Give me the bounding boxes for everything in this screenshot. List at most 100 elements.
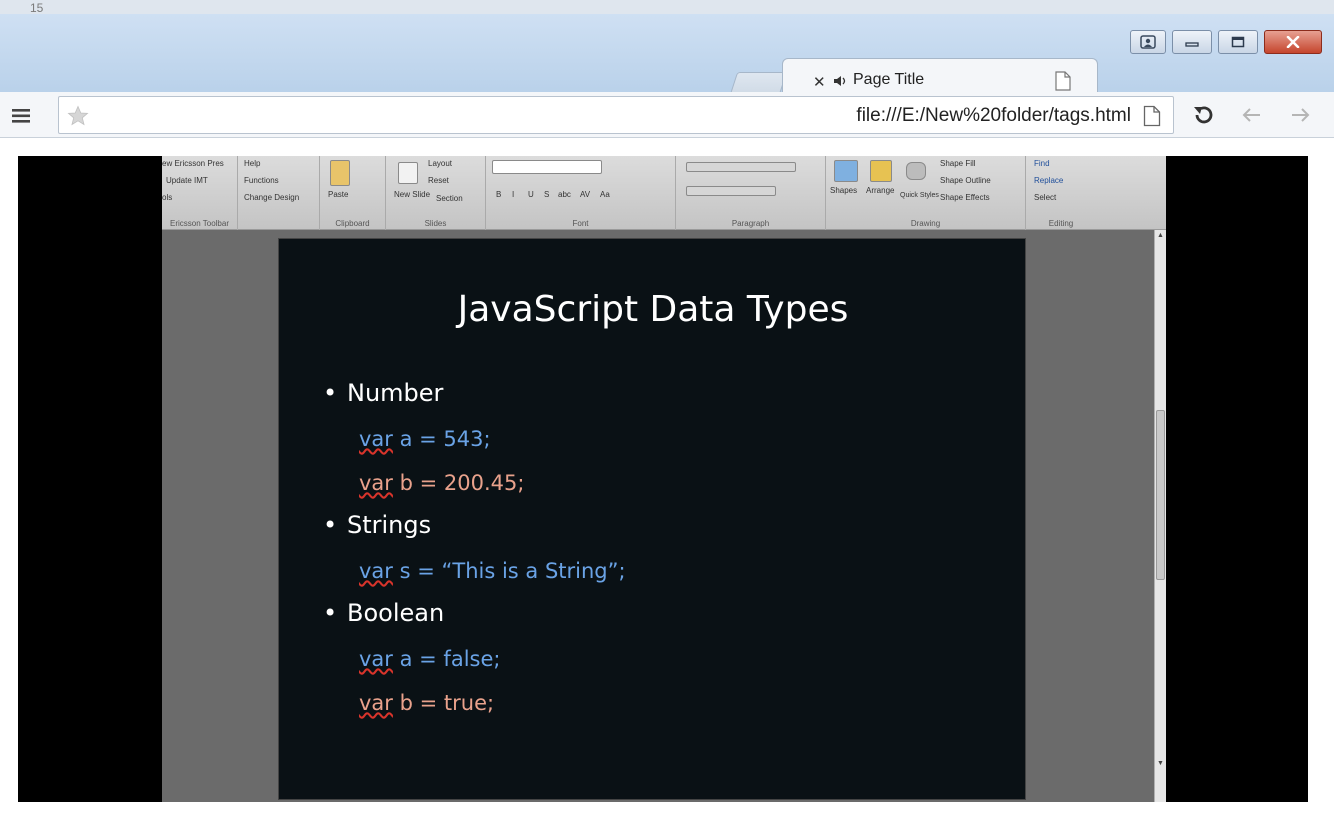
new-slide-icon[interactable] (398, 162, 418, 184)
shapes-icon[interactable] (834, 160, 858, 182)
ribbon-group-help: Help Functions Change Design (238, 156, 320, 230)
forward-arrow-icon[interactable] (1288, 104, 1312, 126)
list-buttons[interactable] (686, 162, 796, 172)
scroll-down-icon[interactable]: ▼ (1157, 760, 1164, 767)
code-line: var b = true; (359, 691, 494, 715)
bookmark-star-icon[interactable] (67, 105, 89, 127)
paste-icon[interactable] (330, 160, 350, 186)
bullet-text: Boolean (347, 599, 445, 627)
ribbon-item[interactable]: I (512, 190, 514, 199)
code-text: b = true; (392, 691, 495, 715)
code-line: var b = 200.45; (359, 471, 524, 495)
bullet-item: • Number (323, 379, 444, 407)
reload-icon[interactable] (1192, 104, 1216, 126)
ribbon-item[interactable]: New Slide (394, 190, 430, 199)
user-button[interactable] (1130, 30, 1166, 54)
browser-window: 15 ✕ Page Title file:///E:/New%20folder/… (0, 0, 1334, 824)
ribbon-item[interactable]: B (496, 190, 501, 199)
code-keyword: var (359, 427, 393, 451)
ribbon-item[interactable]: Reset (428, 176, 449, 185)
align-buttons[interactable] (686, 186, 776, 196)
ribbon-group-label: Ericsson Toolbar (170, 219, 229, 228)
tab-close-icon[interactable]: ✕ (813, 73, 826, 91)
scroll-thumb[interactable] (1156, 410, 1165, 580)
ribbon-group-font: B I U S abc AV Aa Font (486, 156, 676, 230)
background-window-label: 15 (30, 1, 44, 15)
ribbon-item[interactable]: Find (1034, 159, 1050, 168)
ribbon-item[interactable]: Help (244, 159, 260, 168)
maximize-button[interactable] (1218, 30, 1258, 54)
ribbon-group-label: Drawing (910, 219, 941, 228)
close-button[interactable] (1264, 30, 1322, 54)
menu-icon[interactable] (12, 108, 32, 124)
tab-title: Page Title (853, 71, 925, 88)
page-info-icon[interactable] (1143, 105, 1161, 127)
bullet-text: Number (347, 379, 444, 407)
code-line: var a = 543; (359, 427, 491, 451)
quick-styles-icon[interactable] (906, 162, 926, 180)
ribbon-group-slides: Layout Reset New Slide Section Slides (386, 156, 486, 230)
back-arrow-icon[interactable] (1240, 104, 1264, 126)
ribbon-item[interactable]: Shape Fill (940, 159, 976, 168)
font-name-input[interactable] (492, 160, 602, 174)
ribbon: ew Ericsson Pres Update IMT ols Ericsson… (162, 156, 1166, 230)
slide-title: JavaScript Data Types (457, 289, 849, 330)
ribbon-item[interactable]: Replace (1034, 176, 1063, 185)
code-keyword: var (359, 471, 393, 495)
ribbon-group-clipboard: Paste Clipboard (320, 156, 386, 230)
ribbon-item[interactable]: Change Design (244, 193, 299, 202)
ribbon-item[interactable]: Update IMT (166, 176, 208, 185)
ribbon-item[interactable]: U (528, 190, 534, 199)
code-keyword: var (359, 691, 393, 715)
code-line: var a = false; (359, 647, 500, 671)
slide: JavaScript Data Types • Number var a = 54… (278, 238, 1026, 800)
scroll-up-icon[interactable]: ▲ (1157, 232, 1164, 239)
code-keyword: var (359, 647, 393, 671)
maximize-icon (1231, 36, 1245, 48)
powerpoint-window: ew Ericsson Pres Update IMT ols Ericsson… (162, 156, 1166, 802)
address-url[interactable]: file:///E:/New%20folder/tags.html (856, 105, 1131, 127)
ribbon-item[interactable]: Shapes (830, 186, 857, 195)
ribbon-item[interactable]: Shape Effects (940, 193, 990, 202)
ribbon-item[interactable]: Functions (244, 176, 279, 185)
address-bar[interactable]: file:///E:/New%20folder/tags.html (58, 96, 1174, 134)
ribbon-group-label: Font (572, 219, 589, 228)
ribbon-item[interactable]: Quick Styles (900, 192, 939, 199)
ribbon-item[interactable]: ew Ericsson Pres (162, 159, 224, 168)
code-line: var s = “This is a String”; (359, 559, 626, 583)
ribbon-group-editing: Find Replace Select Editing (1026, 156, 1096, 230)
code-keyword: var (359, 559, 393, 583)
ribbon-item[interactable]: AV (580, 190, 590, 199)
ribbon-group-paragraph: Paragraph (676, 156, 826, 230)
bullet-item: • Strings (323, 511, 432, 539)
ribbon-item[interactable]: Paste (328, 190, 348, 199)
arrange-icon[interactable] (870, 160, 892, 182)
ribbon-group-label: Editing (1048, 219, 1074, 228)
minimize-button[interactable] (1172, 30, 1212, 54)
vertical-scrollbar[interactable]: ▲ ▼ (1154, 230, 1166, 802)
ribbon-item[interactable]: abc (558, 190, 571, 199)
browser-toolbar: file:///E:/New%20folder/tags.html (0, 92, 1334, 138)
code-text: s = “This is a String”; (392, 559, 626, 583)
code-text: b = 200.45; (392, 471, 525, 495)
title-bar: ✕ Page Title (0, 14, 1334, 106)
code-text: a = 543; (392, 427, 491, 451)
bullet-text: Strings (347, 511, 432, 539)
ribbon-item[interactable]: Shape Outline (940, 176, 991, 185)
window-controls (1130, 30, 1322, 56)
minimize-icon (1185, 42, 1199, 47)
ribbon-item[interactable]: Section (436, 194, 463, 203)
ribbon-item[interactable]: ols (162, 193, 172, 202)
ribbon-group-label: Paragraph (731, 219, 770, 228)
ribbon-item[interactable]: S (544, 190, 549, 199)
ribbon-item[interactable]: Aa (600, 190, 610, 199)
ribbon-group-label: Slides (424, 219, 447, 228)
ribbon-item[interactable]: Select (1034, 193, 1056, 202)
close-icon (1286, 36, 1300, 48)
ribbon-group-label: Clipboard (335, 219, 370, 228)
bullet-item: • Boolean (323, 599, 445, 627)
ribbon-group-drawing: Shapes Arrange Quick Styles Shape Fill S… (826, 156, 1026, 230)
ribbon-item[interactable]: Layout (428, 159, 452, 168)
ribbon-item[interactable]: Arrange (866, 186, 894, 195)
code-text: a = false; (392, 647, 501, 671)
